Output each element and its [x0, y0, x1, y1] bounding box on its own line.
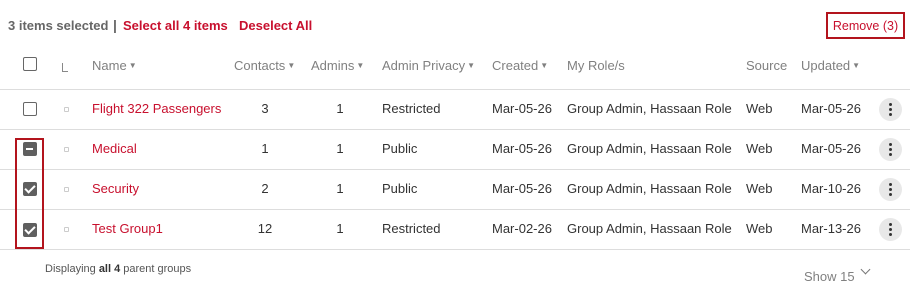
admin-privacy: Restricted [382, 101, 441, 116]
sort-caret-icon: ▼ [287, 61, 296, 70]
column-header-updated[interactable]: Updated ▼ [801, 58, 860, 73]
source: Web [746, 221, 773, 236]
column-header-contacts[interactable]: Contacts ▼ [234, 58, 295, 73]
created-date: Mar-05-26 [492, 181, 552, 196]
created-date: Mar-05-26 [492, 141, 552, 156]
my-roles: Group Admin, Hassaan Role [567, 181, 732, 196]
updated-date: Mar-10-26 [801, 181, 861, 196]
displaying-summary: Displaying all 4 parent groups [45, 263, 191, 275]
select-all-link[interactable]: Select all 4 items [123, 18, 228, 33]
admin-privacy: Public [382, 141, 418, 156]
deselect-all-link[interactable]: Deselect All [239, 18, 312, 33]
admins-count: 1 [336, 141, 344, 156]
admins-count: 1 [336, 181, 344, 196]
contacts-count: 2 [261, 181, 269, 196]
row-actions-icon[interactable] [879, 98, 902, 121]
column-header-contacts-label: Contacts [234, 58, 286, 73]
table-row: Flight 322 Passengers 3 1 Restricted Mar… [0, 90, 910, 130]
my-roles: Group Admin, Hassaan Role [567, 101, 732, 116]
table-header: Name ▼ Contacts ▼ Admins ▼ Admin Privacy ▼ C… [0, 50, 910, 90]
contacts-count: 12 [257, 221, 273, 236]
row-actions-icon[interactable] [879, 178, 902, 201]
sort-caret-icon: ▼ [540, 61, 549, 70]
displaying-suffix: parent groups [123, 263, 192, 275]
admins-count: 1 [336, 221, 344, 236]
displaying-prefix: Displaying [45, 263, 96, 275]
created-date: Mar-05-26 [492, 101, 552, 116]
contacts-count: 1 [261, 141, 269, 156]
my-roles: Group Admin, Hassaan Role [567, 221, 732, 236]
remove-button[interactable]: Remove (3) [826, 12, 905, 39]
column-header-created-label: Created [492, 58, 539, 73]
column-header-admin-privacy-label: Admin Privacy [382, 58, 466, 73]
created-date: Mar-02-26 [492, 221, 552, 236]
table-row: Test Group1 12 1 Restricted Mar-02-26 Gr… [0, 210, 910, 250]
row-actions-icon[interactable] [879, 138, 902, 161]
selection-separator: | [113, 17, 117, 33]
sort-caret-icon: ▼ [356, 61, 365, 70]
row-checkbox[interactable] [23, 102, 37, 116]
tree-toggle-icon[interactable] [60, 63, 70, 73]
sort-caret-icon: ▼ [467, 61, 475, 70]
updated-date: Mar-13-26 [801, 221, 861, 236]
updated-date: Mar-05-26 [801, 141, 861, 156]
selection-highlight-box [15, 138, 44, 249]
column-header-admin-privacy[interactable]: Admin Privacy ▼ [382, 58, 475, 73]
table-row: Security 2 1 Public Mar-05-26 Group Admi… [0, 170, 910, 210]
group-icon [64, 147, 69, 152]
chevron-down-icon[interactable] [860, 264, 871, 275]
column-header-created[interactable]: Created ▼ [492, 58, 548, 73]
group-icon [64, 107, 69, 112]
column-header-admins-label: Admins [311, 58, 355, 73]
admin-privacy: Restricted [382, 221, 441, 236]
row-actions-icon[interactable] [879, 218, 902, 241]
source: Web [746, 141, 773, 156]
admins-count: 1 [336, 101, 344, 116]
selected-count: 3 items selected [8, 18, 109, 33]
group-icon [64, 227, 69, 232]
selection-bar: 3 items selected | Select all 4 items De… [0, 0, 910, 50]
source: Web [746, 181, 773, 196]
group-name-link[interactable]: Flight 322 Passengers [92, 101, 221, 116]
column-header-name[interactable]: Name ▼ [92, 58, 137, 73]
my-roles: Group Admin, Hassaan Role [567, 141, 732, 156]
column-header-source: Source [746, 58, 788, 73]
column-header-name-label: Name [92, 58, 127, 73]
group-name-link[interactable]: Security [92, 181, 139, 196]
contacts-count: 3 [261, 101, 269, 116]
updated-date: Mar-05-26 [801, 101, 861, 116]
page-size-select[interactable]: Show 15 [804, 269, 855, 284]
table-row: Medical 1 1 Public Mar-05-26 Group Admin… [0, 130, 910, 170]
group-icon [64, 187, 69, 192]
group-name-link[interactable]: Medical [92, 141, 137, 156]
column-header-my-roles: My Role/s [567, 58, 625, 73]
source: Web [746, 101, 773, 116]
column-header-admins[interactable]: Admins ▼ [311, 58, 364, 73]
sort-caret-icon: ▼ [852, 61, 861, 70]
select-all-checkbox[interactable] [23, 57, 37, 71]
group-name-link[interactable]: Test Group1 [92, 221, 163, 236]
displaying-count: all 4 [98, 263, 121, 275]
column-header-updated-label: Updated [801, 58, 851, 73]
admin-privacy: Public [382, 181, 418, 196]
sort-caret-icon: ▼ [128, 61, 137, 70]
